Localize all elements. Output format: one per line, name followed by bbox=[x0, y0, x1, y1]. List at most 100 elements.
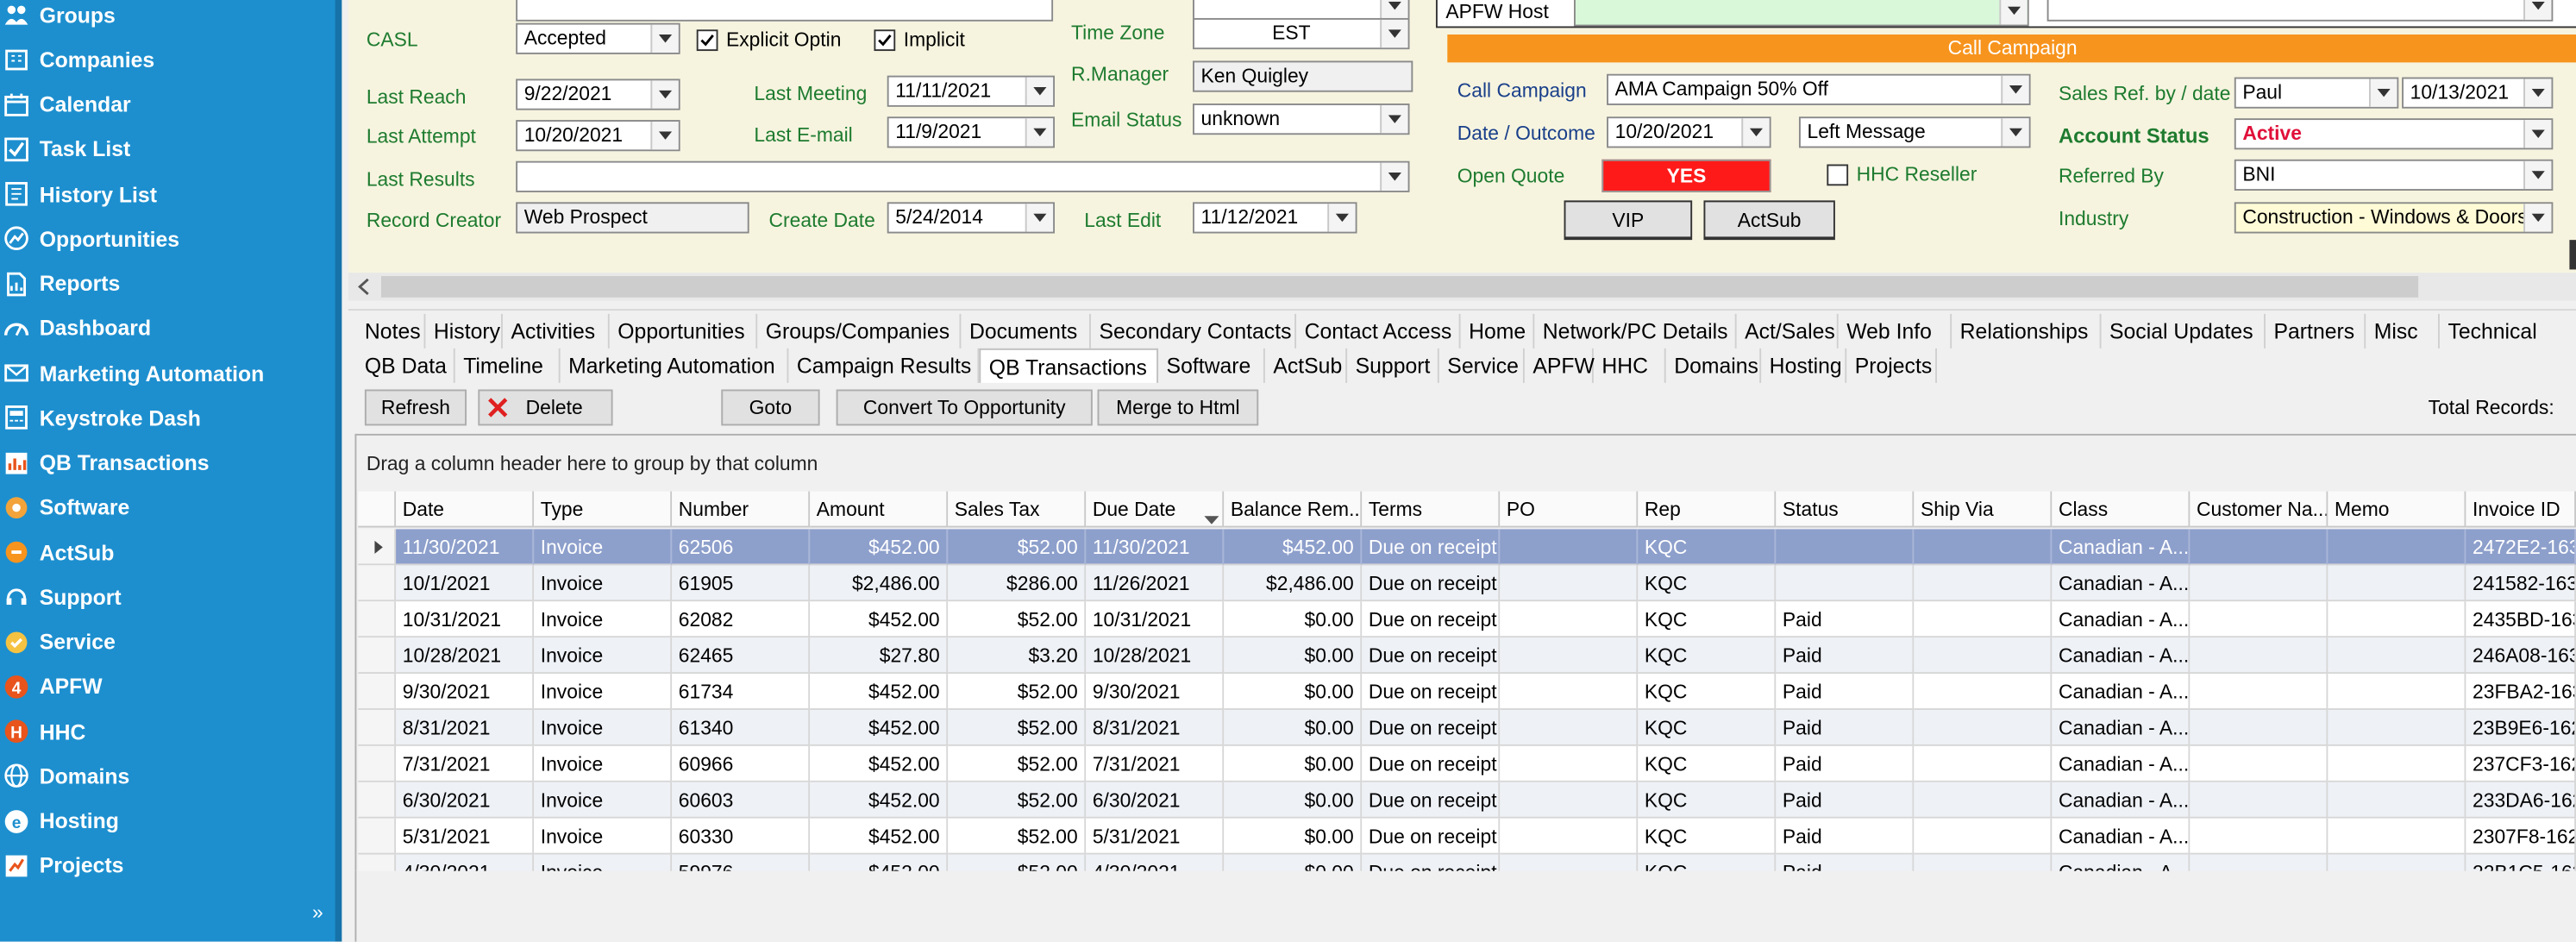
chevron-down-icon[interactable] bbox=[2001, 75, 2029, 104]
column-header-ship-via[interactable]: Ship Via bbox=[1914, 491, 2053, 528]
column-header-rep[interactable]: Rep bbox=[1638, 491, 1777, 528]
apfw-host-select[interactable] bbox=[1573, 0, 2029, 27]
table-row[interactable]: 11/30/2021 Invoice 62506 $452.00 $52.00 11/30… bbox=[396, 529, 2576, 566]
sidebar-item-domains[interactable]: Domains bbox=[0, 757, 335, 796]
vip-button[interactable]: VIP bbox=[1564, 200, 1693, 241]
sidebar-item-support[interactable]: Support bbox=[0, 577, 335, 617]
row-indicator[interactable] bbox=[358, 565, 397, 602]
chevron-down-icon[interactable] bbox=[2523, 204, 2552, 232]
tab-software[interactable]: Software bbox=[1158, 348, 1265, 383]
tab-social-updates[interactable]: Social Updates bbox=[2101, 313, 2266, 349]
tab-history[interactable]: History bbox=[425, 313, 503, 349]
outcome-date[interactable]: 10/20/2021 bbox=[1607, 116, 1771, 148]
column-header-terms[interactable]: Terms bbox=[1362, 491, 1501, 528]
row-indicator[interactable] bbox=[358, 637, 397, 675]
apfw-host-secondary-select[interactable] bbox=[2046, 0, 2554, 22]
tab-support[interactable]: Support bbox=[1347, 348, 1439, 383]
column-header-amount[interactable]: Amount bbox=[810, 491, 949, 528]
sidebar-item-calendar[interactable]: Calendar bbox=[0, 85, 335, 124]
column-header-class[interactable]: Class bbox=[2052, 491, 2191, 528]
top-partial-field[interactable] bbox=[516, 0, 1054, 22]
chevron-down-icon[interactable] bbox=[2369, 78, 2397, 107]
table-row[interactable]: 6/30/2021 Invoice 60603 $452.00 $52.00 6/30/2… bbox=[396, 782, 2576, 819]
chevron-down-icon[interactable] bbox=[1380, 104, 1408, 134]
email-status-select[interactable]: unknown bbox=[1193, 104, 1410, 135]
create-date-field[interactable]: 5/24/2014 bbox=[887, 202, 1056, 234]
chevron-down-icon[interactable] bbox=[1327, 204, 1356, 232]
tab-actsub[interactable]: ActSub bbox=[1265, 348, 1348, 383]
tab-network-pc-details[interactable]: Network/PC Details bbox=[1534, 313, 1737, 349]
sidebar-item-companies[interactable]: Companies bbox=[0, 40, 335, 79]
table-row[interactable]: 10/28/2021 Invoice 62465 $27.80 $3.20 10/28/2… bbox=[396, 637, 2576, 675]
chevron-down-icon[interactable] bbox=[2523, 120, 2552, 148]
sidebar-item-hhc[interactable]: H HHC bbox=[0, 712, 335, 751]
sort-desc-icon[interactable] bbox=[1204, 506, 1219, 530]
casl-select[interactable]: Accepted bbox=[516, 22, 680, 54]
chevron-down-icon[interactable] bbox=[1741, 118, 1770, 147]
chevron-down-icon[interactable] bbox=[2001, 118, 2029, 147]
column-header-invoice-id[interactable]: Invoice ID bbox=[2466, 491, 2576, 528]
sidebar-item-history-list[interactable]: History List bbox=[0, 174, 335, 214]
column-header-status[interactable]: Status bbox=[1776, 491, 1915, 528]
tab-marketing-automation[interactable]: Marketing Automation bbox=[561, 348, 789, 383]
merge-to-html-button[interactable]: Merge to Html bbox=[1097, 389, 1259, 426]
chevron-down-icon[interactable] bbox=[1380, 19, 1408, 48]
table-row[interactable]: 5/31/2021 Invoice 60330 $452.00 $52.00 5/31/2… bbox=[396, 818, 2576, 855]
sidebar-item-projects[interactable]: Projects bbox=[0, 846, 335, 886]
chevron-down-icon[interactable] bbox=[2523, 160, 2552, 190]
hhc-reseller-checkbox[interactable]: HHC Reseller bbox=[1827, 163, 1977, 185]
last-attempt-date[interactable]: 10/20/2021 bbox=[516, 120, 680, 152]
explicit-optin-checkbox[interactable]: Explicit Optin bbox=[696, 28, 841, 51]
table-row[interactable]: 7/31/2021 Invoice 60966 $452.00 $52.00 7/31/2… bbox=[396, 745, 2576, 782]
tab-contact-access[interactable]: Contact Access bbox=[1296, 313, 1461, 349]
tab-web-info[interactable]: Web Info bbox=[1839, 313, 1952, 349]
referred-by-select[interactable]: BNI bbox=[2234, 159, 2554, 191]
chevron-down-icon[interactable] bbox=[650, 121, 679, 150]
sidebar-collapse-button[interactable]: » bbox=[312, 901, 323, 924]
chevron-down-icon[interactable] bbox=[1025, 204, 1054, 232]
outcome-select[interactable]: Left Message bbox=[1798, 116, 2031, 148]
tab-opportunities[interactable]: Opportunities bbox=[610, 313, 758, 349]
last-reach-date[interactable]: 9/22/2021 bbox=[516, 78, 680, 110]
column-header-balance-rem[interactable]: Balance Rem... bbox=[1224, 491, 1363, 528]
sidebar-item-apfw[interactable]: 4 APFW bbox=[0, 667, 335, 706]
form-horizontal-scrollbar[interactable] bbox=[348, 273, 2576, 301]
tab-apfw[interactable]: APFW bbox=[1525, 348, 1595, 383]
convert-to-opportunity-button[interactable]: Convert To Opportunity bbox=[836, 389, 1093, 426]
sidebar-item-service[interactable]: Service bbox=[0, 622, 335, 662]
sales-ref-date[interactable]: 10/13/2021 bbox=[2402, 77, 2554, 109]
sidebar-item-actsub[interactable]: ActSub bbox=[0, 532, 335, 572]
chevron-down-icon[interactable] bbox=[1025, 118, 1054, 147]
actsub-button[interactable]: ActSub bbox=[1703, 200, 1835, 241]
last-edit-field[interactable]: 11/12/2021 bbox=[1193, 202, 1357, 234]
tab-domains[interactable]: Domains bbox=[1666, 348, 1762, 383]
table-row[interactable]: 8/31/2021 Invoice 61340 $452.00 $52.00 8/31/2… bbox=[396, 709, 2576, 746]
sales-ref-select[interactable]: Paul bbox=[2234, 77, 2399, 109]
tab-activities[interactable]: Activities bbox=[503, 313, 610, 349]
delete-button[interactable]: Delete bbox=[478, 389, 613, 426]
tab-notes[interactable]: Notes bbox=[356, 313, 426, 349]
tab-act-sales[interactable]: Act/Sales bbox=[1737, 313, 1839, 349]
sidebar-item-opportunities[interactable]: Opportunities bbox=[0, 219, 335, 259]
tab-projects[interactable]: Projects bbox=[1846, 348, 1937, 383]
column-header-sales-tax[interactable]: Sales Tax bbox=[948, 491, 1087, 528]
tab-partners[interactable]: Partners bbox=[2266, 313, 2366, 349]
sidebar-item-reports[interactable]: Reports bbox=[0, 264, 335, 304]
row-indicator[interactable] bbox=[358, 601, 397, 638]
table-row[interactable]: 10/31/2021 Invoice 62082 $452.00 $52.00 10/31… bbox=[396, 601, 2576, 638]
column-header-po[interactable]: PO bbox=[1500, 491, 1639, 528]
sidebar-item-qb-transactions[interactable]: QB Transactions bbox=[0, 443, 335, 482]
tab-hhc[interactable]: HHC bbox=[1594, 348, 1666, 383]
sidebar-item-software[interactable]: Software bbox=[0, 487, 335, 527]
row-indicator[interactable] bbox=[358, 674, 397, 710]
goto-button[interactable]: Goto bbox=[721, 389, 820, 426]
column-header-date[interactable]: Date bbox=[396, 491, 535, 528]
account-status-select[interactable]: Active bbox=[2234, 118, 2554, 150]
tab-qb-data[interactable]: QB Data bbox=[356, 348, 455, 383]
tab-campaign-results[interactable]: Campaign Results bbox=[788, 348, 980, 383]
chevron-down-icon[interactable] bbox=[1025, 77, 1054, 105]
call-campaign-select[interactable]: AMA Campaign 50% Off bbox=[1607, 73, 2031, 105]
chevron-down-icon[interactable] bbox=[2523, 0, 2552, 20]
column-header-memo[interactable]: Memo bbox=[2328, 491, 2466, 528]
column-header-number[interactable]: Number bbox=[672, 491, 811, 528]
